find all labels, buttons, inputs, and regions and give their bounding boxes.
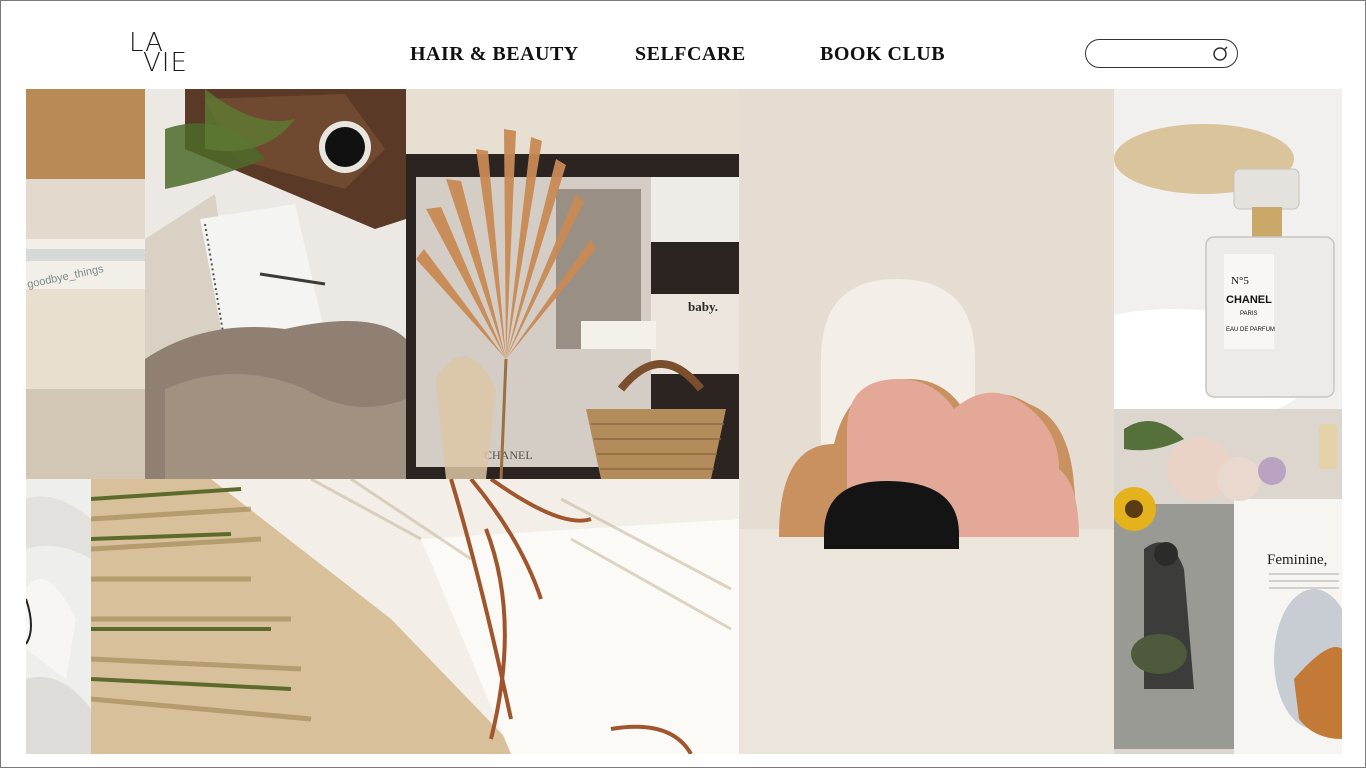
palm-shadows-image bbox=[91, 479, 739, 754]
gallery-tile-moodboard[interactable]: baby. CHANEL bbox=[406, 89, 739, 479]
nav-book-club[interactable]: BOOK CLUB bbox=[820, 43, 945, 66]
gallery-tile-magazine[interactable]: Feminine, bbox=[1114, 409, 1342, 754]
perfume-image: N°5 CHANEL PARIS EAU DE PARFUM bbox=[1114, 89, 1342, 409]
bed-coffee-image bbox=[145, 89, 406, 479]
perfume-label-paris: PARIS bbox=[1240, 311, 1258, 317]
sheets-image bbox=[26, 479, 91, 754]
nav-selfcare[interactable]: SELFCARE bbox=[635, 43, 746, 66]
search-input[interactable] bbox=[1100, 45, 1210, 63]
cloud-lamp-image bbox=[739, 89, 1114, 754]
moodboard-text-baby: baby. bbox=[688, 299, 718, 314]
book-image: goodbye_things bbox=[26, 89, 145, 479]
search-icon[interactable] bbox=[1213, 46, 1229, 62]
perfume-label-no5: N°5 bbox=[1231, 275, 1249, 287]
gallery-tile-bed-coffee[interactable] bbox=[145, 89, 406, 479]
gallery-tile-sheets[interactable] bbox=[26, 479, 91, 754]
logo-line2: VIE bbox=[143, 48, 188, 73]
moodboard-image: baby. CHANEL bbox=[406, 89, 739, 479]
moodboard-text-chanel: CHANEL bbox=[484, 448, 533, 462]
perfume-label-chanel: CHANEL bbox=[1226, 294, 1272, 306]
gallery-tile-book[interactable]: goodbye_things bbox=[26, 89, 145, 479]
logo-mark: LA VIE bbox=[129, 31, 188, 73]
site-logo[interactable]: LA VIE bbox=[129, 31, 211, 73]
search-box[interactable] bbox=[1085, 39, 1238, 68]
page-frame: LA VIE HAIR & BEAUTY SELFCARE BOOK CLUB … bbox=[0, 0, 1366, 768]
nav-hair-beauty[interactable]: HAIR & BEAUTY bbox=[410, 43, 579, 66]
gallery-tile-cloud-lamp[interactable] bbox=[739, 89, 1114, 754]
gallery-tile-palm-shadows[interactable] bbox=[91, 479, 739, 754]
gallery-tile-perfume[interactable]: N°5 CHANEL PARIS EAU DE PARFUM bbox=[1114, 89, 1342, 409]
magazine-image: Feminine, bbox=[1114, 409, 1342, 754]
perfume-label-edp: EAU DE PARFUM bbox=[1226, 327, 1275, 333]
magazine-headline: Feminine, bbox=[1267, 552, 1327, 568]
